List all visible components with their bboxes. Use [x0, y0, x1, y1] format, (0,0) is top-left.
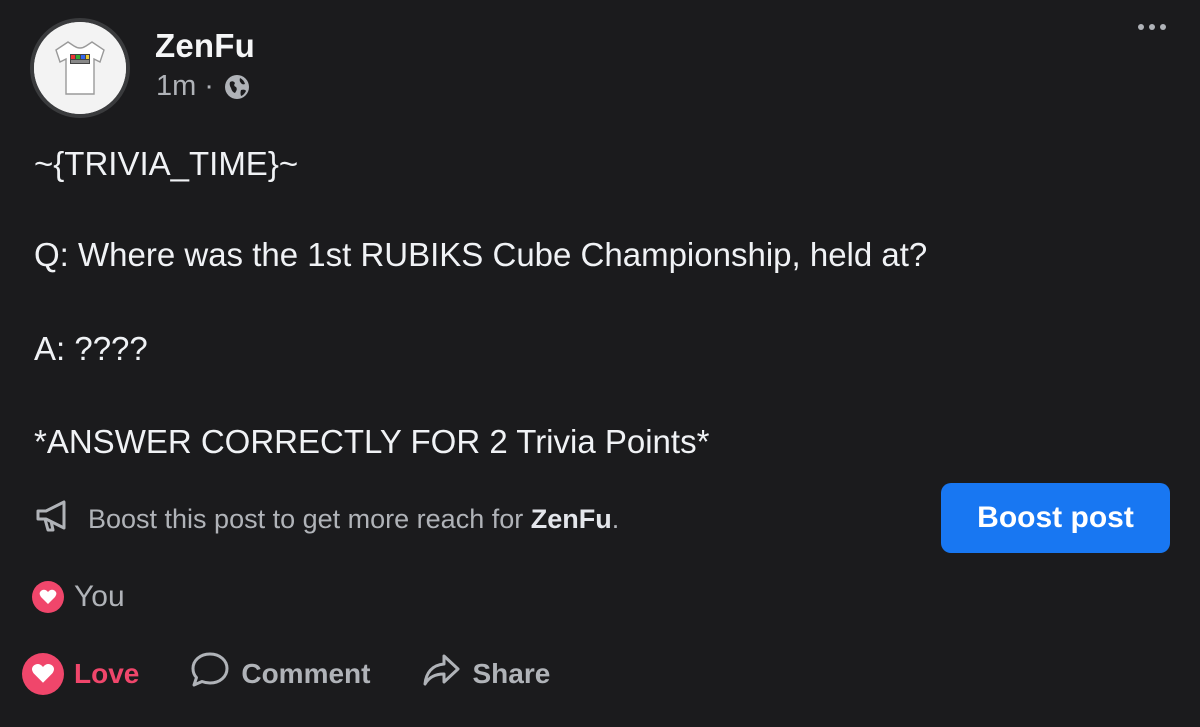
boost-text-suffix: . [611, 504, 620, 534]
more-options-icon[interactable] [1138, 24, 1166, 30]
share-icon [420, 650, 462, 697]
post-text-line: ~{TRIVIA_TIME}~ [34, 145, 299, 182]
boost-post-button[interactable]: Boost post [941, 483, 1170, 553]
megaphone-icon [34, 498, 74, 541]
reaction-summary[interactable]: You [32, 580, 125, 614]
share-label: Share [472, 657, 551, 689]
heart-icon [32, 581, 64, 613]
tshirt-image [34, 22, 126, 114]
heart-icon [22, 652, 64, 695]
action-bar: Love Comment Share [22, 650, 600, 697]
post-card: ZenFu 1m · ~{TRIVIA_TIME}~ Q: Where was … [0, 0, 1200, 727]
boost-page-name: ZenFu [530, 504, 612, 534]
post-meta: 1m · [156, 70, 250, 103]
comment-label: Comment [241, 657, 371, 689]
comment-icon [189, 650, 231, 697]
profile-avatar[interactable] [30, 18, 130, 118]
love-button[interactable]: Love [22, 652, 140, 695]
meta-separator: · [204, 70, 214, 102]
love-label: Love [74, 657, 140, 689]
boost-prompt: Boost this post to get more reach for Ze… [34, 498, 619, 541]
post-text-line: *ANSWER CORRECTLY FOR 2 Trivia Points* [34, 423, 710, 460]
comment-button[interactable]: Comment [189, 650, 370, 697]
post-time[interactable]: 1m [156, 70, 196, 103]
boost-text-prefix: Boost this post to get more reach for [88, 504, 531, 534]
post-text-line: A: ???? [34, 330, 148, 367]
globe-icon [224, 74, 250, 100]
post-text-line: Q: Where was the 1st RUBIKS Cube Champio… [34, 236, 928, 273]
boost-text: Boost this post to get more reach for Ze… [88, 504, 619, 535]
reaction-label: You [74, 580, 125, 613]
share-button[interactable]: Share [420, 650, 550, 697]
author-name[interactable]: ZenFu [155, 27, 255, 65]
